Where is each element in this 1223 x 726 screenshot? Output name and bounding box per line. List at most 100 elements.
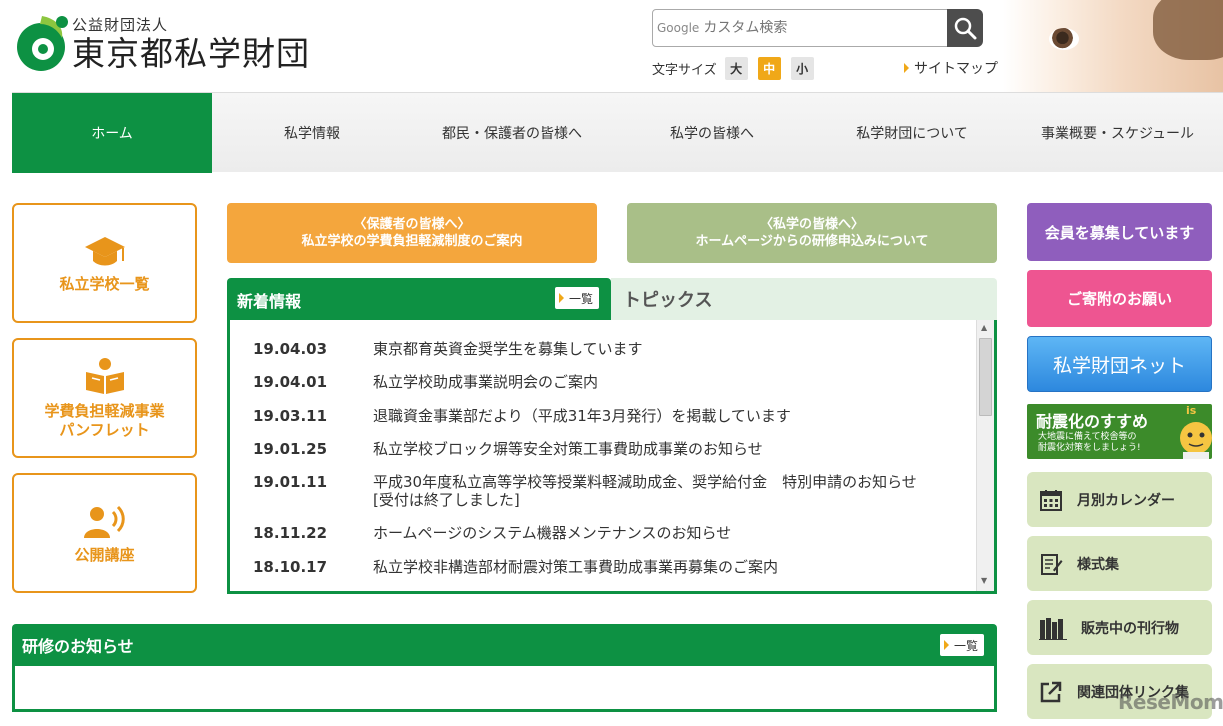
font-size-control: 文字サイズ 大 中 小 <box>652 57 824 80</box>
news-date: 19.04.01 <box>253 373 328 391</box>
search-icon <box>954 17 977 40</box>
foundation-logo-icon[interactable] <box>12 12 70 74</box>
arrow-right-icon <box>944 640 949 650</box>
search-button[interactable] <box>947 9 983 47</box>
nav-item-schedule[interactable]: 事業概要・スケジュール <box>1012 93 1223 173</box>
news-title[interactable]: 退職資金事業部だより（平成31年3月発行）を掲載しています <box>373 407 791 425</box>
news-scrollbar[interactable]: ▲ ▼ <box>976 320 994 591</box>
news-title[interactable]: 東京都育英資金奨学生を募集しています <box>373 340 643 358</box>
publications-link[interactable]: 販売中の刊行物 <box>1027 600 1212 655</box>
quake-badge: is <box>1186 404 1197 417</box>
external-link-icon <box>1040 681 1062 702</box>
font-size-small-button[interactable]: 小 <box>790 57 814 80</box>
search-box: Google <box>652 9 948 47</box>
font-size-large-button[interactable]: 大 <box>724 57 748 80</box>
parents-banner[interactable]: 〈保護者の皆様へ〉 私立学校の学費負担軽減制度のご案内 <box>227 203 597 263</box>
books-icon <box>1039 617 1067 640</box>
news-title[interactable]: 私立学校助成事業説明会のご案内 <box>373 373 598 391</box>
news-date: 19.01.11 <box>253 473 328 491</box>
news-title[interactable]: 私立学校ブロック塀等安全対策工事費助成事業のお知らせ <box>373 440 763 458</box>
news-date: 19.04.03 <box>253 340 328 358</box>
search-provider-label: Google <box>657 21 700 35</box>
training-list-button[interactable]: 一覧 <box>940 634 985 656</box>
training-title: 研修のお知らせ <box>22 637 134 656</box>
members-button[interactable]: 会員を募集しています <box>1027 203 1212 261</box>
parents-banner-line2: 私立学校の学費負担軽減制度のご案内 <box>301 234 523 249</box>
news-tab-label: 新着情報 <box>237 292 302 311</box>
font-size-medium-button[interactable]: 中 <box>757 57 781 80</box>
topics-tab-label: トピックス <box>623 290 713 311</box>
news-item[interactable]: 19.04.01 私立学校助成事業説明会のご案内 <box>253 373 973 391</box>
news-date: 18.11.22 <box>253 524 328 542</box>
news-list-button[interactable]: 一覧 <box>555 287 600 309</box>
news-title[interactable]: 私立学校非構造部材耐震対策工事費助成事業再募集のご案内 <box>373 558 778 576</box>
nav-item-home[interactable]: ホーム <box>12 93 212 173</box>
graduation-cap-icon <box>84 236 125 265</box>
publications-label: 販売中の刊行物 <box>1081 620 1179 637</box>
news-list-label: 一覧 <box>569 291 594 306</box>
school-list-card[interactable]: 私立学校一覧 <box>12 203 197 323</box>
training-header: 研修のお知らせ 一覧 <box>12 624 997 666</box>
scroll-down-icon[interactable]: ▼ <box>981 576 987 585</box>
news-item[interactable]: 19.04.03 東京都育英資金奨学生を募集しています <box>253 340 973 358</box>
quake-subtitle-line1: 大地震に備えて校舎等の <box>1038 432 1137 442</box>
font-size-label: 文字サイズ <box>652 63 717 78</box>
news-title[interactable]: ホームページのシステム機器メンテナンスのお知らせ <box>373 524 731 542</box>
training-list-label: 一覧 <box>954 638 979 653</box>
sitemap-label: サイトマップ <box>914 61 998 77</box>
forms-label: 様式集 <box>1077 556 1119 573</box>
public-lecture-card[interactable]: 公開講座 <box>12 473 197 593</box>
scroll-up-icon[interactable]: ▲ <box>981 323 987 332</box>
news-date: 18.10.17 <box>253 558 328 576</box>
resemom-watermark: ReseMom <box>1118 690 1223 714</box>
school-list-label: 私立学校一覧 <box>59 274 150 293</box>
arrow-right-icon <box>559 293 564 303</box>
nav-item-schools[interactable]: 私学の皆様へ <box>612 93 812 173</box>
news-title[interactable]: 平成30年度私立高等学校等授業料軽減助成金、奨学給付金 特別申請のお知らせ [受… <box>373 473 917 509</box>
news-item[interactable]: 18.11.22 ホームページのシステム機器メンテナンスのお知らせ <box>253 524 973 542</box>
nav-item-citizens[interactable]: 都民・保護者の皆様へ <box>412 93 612 173</box>
public-lecture-label: 公開講座 <box>74 545 135 564</box>
nav-item-school-info[interactable]: 私学情報 <box>212 93 412 173</box>
schools-banner-line2: ホームページからの研修申込みについて <box>695 234 929 249</box>
monthly-calendar-label: 月別カレンダー <box>1077 492 1175 509</box>
training-panel: 研修のお知らせ 一覧 <box>12 624 997 712</box>
news-list: 19.04.03 東京都育英資金奨学生を募集しています 19.04.01 私立学… <box>227 320 997 594</box>
quake-subtitle: 大地震に備えて校舎等の 耐震化対策をしましょう! <box>1038 432 1141 454</box>
pamphlet-reader-icon <box>85 358 124 394</box>
news-item[interactable]: 19.03.11 退職資金事業部だより（平成31年3月発行）を掲載しています <box>253 407 973 425</box>
photo-hair <box>1153 0 1223 60</box>
photo-eye <box>1049 28 1079 50</box>
quake-subtitle-line2: 耐震化対策をしましょう! <box>1038 443 1141 453</box>
donation-button[interactable]: ご寄附のお願い <box>1027 270 1212 327</box>
earthquake-banner[interactable]: 耐震化のすすめ 大地震に備えて校舎等の 耐震化対策をしましょう! is <box>1027 404 1212 459</box>
monthly-calendar-link[interactable]: 月別カレンダー <box>1027 472 1212 527</box>
pamphlet-card[interactable]: 学費負担軽減事業 パンフレット <box>12 338 197 458</box>
pamphlet-label: 学費負担軽減事業 パンフレット <box>44 402 165 439</box>
news-item[interactable]: 19.01.11 平成30年度私立高等学校等授業料軽減助成金、奨学給付金 特別申… <box>253 473 973 509</box>
site-logo-text[interactable]: 東京都私学財団 <box>72 34 310 74</box>
network-button[interactable]: 私学財団ネット <box>1027 336 1212 392</box>
training-list <box>12 666 997 712</box>
site-header: 公益財団法人 東京都私学財団 Google 文字サイズ 大 中 小 サイトマップ <box>0 0 1223 92</box>
parents-banner-line1: 〈保護者の皆様へ〉 <box>353 217 471 232</box>
calendar-icon <box>1040 489 1062 511</box>
nav-item-about[interactable]: 私学財団について <box>812 93 1012 173</box>
org-type: 公益財団法人 <box>72 16 169 34</box>
news-item[interactable]: 19.01.25 私立学校ブロック塀等安全対策工事費助成事業のお知らせ <box>253 440 973 458</box>
tab-topics[interactable]: トピックス <box>611 278 997 320</box>
tab-news[interactable]: 新着情報 一覧 <box>227 278 611 320</box>
sitemap-link[interactable]: サイトマップ <box>904 58 998 78</box>
global-nav: ホーム 私学情報 都民・保護者の皆様へ 私学の皆様へ 私学財団について 事業概要… <box>12 92 1223 173</box>
search-input[interactable] <box>703 20 934 36</box>
news-list-inner: 19.04.03 東京都育英資金奨学生を募集しています 19.04.01 私立学… <box>233 320 976 589</box>
arrow-right-icon <box>904 63 909 73</box>
speaker-person-icon <box>83 505 125 538</box>
forms-link[interactable]: 様式集 <box>1027 536 1212 591</box>
schools-banner[interactable]: 〈私学の皆様へ〉 ホームページからの研修申込みについて <box>627 203 997 263</box>
news-panel: 新着情報 一覧 トピックス 19.04.03 東京都育英資金奨学生を募集していま… <box>227 278 997 594</box>
scroll-thumb[interactable] <box>979 338 992 416</box>
form-edit-icon <box>1041 553 1063 575</box>
news-item[interactable]: 18.10.17 私立学校非構造部材耐震対策工事費助成事業再募集のご案内 <box>253 558 973 576</box>
quake-title: 耐震化のすすめ <box>1036 412 1149 431</box>
